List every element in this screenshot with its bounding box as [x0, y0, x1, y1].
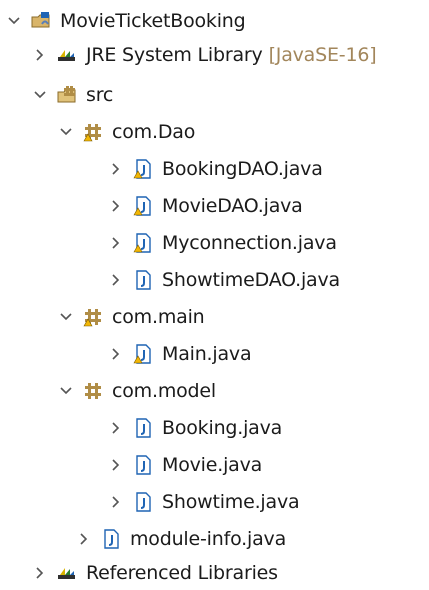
tree-item-file-booking[interactable]: Booking.java: [108, 411, 282, 445]
tree-item-file-bookingdao[interactable]: BookingDAO.java: [108, 152, 323, 186]
package-icon: [82, 380, 104, 402]
tree-item-project[interactable]: MovieTicketBooking: [6, 4, 246, 38]
tree-item-label: Booking.java: [162, 416, 283, 439]
java-file-warning-icon: [132, 343, 154, 365]
tree-item-label: Movie.java: [162, 453, 263, 476]
chevron-right-icon[interactable]: [108, 457, 124, 473]
java-file-icon: [132, 417, 154, 439]
tree-item-file-moviedao[interactable]: MovieDAO.java: [108, 189, 303, 223]
chevron-right-icon[interactable]: [108, 494, 124, 510]
library-icon: [56, 44, 78, 66]
tree-item-label: com.Dao: [112, 120, 196, 143]
java-file-warning-icon: [132, 158, 154, 180]
library-icon: [56, 562, 78, 584]
java-file-icon: [132, 491, 154, 513]
tree-item-package-com-model[interactable]: com.model: [58, 374, 216, 408]
tree-item-file-main[interactable]: Main.java: [108, 337, 252, 371]
tree-item-package-com-dao[interactable]: com.Dao: [58, 115, 195, 149]
chevron-down-icon[interactable]: [58, 383, 74, 399]
tree-item-file-showtime[interactable]: Showtime.java: [108, 485, 300, 519]
tree-item-label: BookingDAO.java: [162, 157, 323, 180]
package-warning-icon: [82, 306, 104, 328]
tree-item-file-movie[interactable]: Movie.java: [108, 448, 262, 482]
package-explorer-tree: MovieTicketBooking JRE System Library [J…: [0, 0, 429, 590]
tree-item-module-info[interactable]: module-info.java: [76, 522, 286, 556]
tree-item-referenced-libraries[interactable]: Referenced Libraries: [32, 556, 278, 590]
tree-item-label: src: [86, 83, 114, 106]
source-folder-icon: [56, 84, 78, 106]
tree-item-label: Main.java: [162, 342, 252, 365]
tree-item-package-com-main[interactable]: com.main: [58, 300, 205, 334]
chevron-right-icon[interactable]: [108, 235, 124, 251]
java-file-icon: [100, 528, 122, 550]
chevron-right-icon[interactable]: [32, 565, 48, 581]
tree-item-label: JRE System Library: [86, 43, 263, 66]
chevron-right-icon[interactable]: [108, 161, 124, 177]
chevron-down-icon[interactable]: [32, 87, 48, 103]
tree-item-label: com.main: [112, 305, 205, 328]
jre-version-decoration: [JavaSE-16]: [268, 43, 377, 66]
tree-item-file-myconnection[interactable]: Myconnection.java: [108, 226, 337, 260]
chevron-down-icon[interactable]: [58, 309, 74, 325]
chevron-right-icon[interactable]: [108, 198, 124, 214]
chevron-right-icon[interactable]: [108, 272, 124, 288]
java-file-icon: [132, 269, 154, 291]
java-file-icon: [132, 454, 154, 476]
tree-item-label: module-info.java: [130, 527, 287, 550]
tree-item-label: Myconnection.java: [162, 231, 337, 254]
java-file-warning-icon: [132, 195, 154, 217]
tree-item-label: MovieDAO.java: [162, 194, 303, 217]
tree-item-label: Showtime.java: [162, 490, 300, 513]
tree-item-src[interactable]: src: [32, 78, 113, 112]
tree-item-label: MovieTicketBooking: [60, 9, 246, 32]
chevron-right-icon[interactable]: [76, 531, 92, 547]
tree-item-jre-library[interactable]: JRE System Library [JavaSE-16]: [32, 38, 377, 72]
chevron-right-icon[interactable]: [108, 346, 124, 362]
java-file-warning-icon: [132, 232, 154, 254]
tree-item-label: Referenced Libraries: [86, 561, 278, 584]
tree-item-label: ShowtimeDAO.java: [162, 268, 340, 291]
chevron-down-icon[interactable]: [58, 124, 74, 140]
package-warning-icon: [82, 121, 104, 143]
tree-item-file-showtimedao[interactable]: ShowtimeDAO.java: [108, 263, 340, 297]
chevron-down-icon[interactable]: [6, 13, 22, 29]
chevron-right-icon[interactable]: [32, 47, 48, 63]
tree-item-label: com.model: [112, 379, 216, 402]
java-project-icon: [30, 10, 52, 32]
chevron-right-icon[interactable]: [108, 420, 124, 436]
